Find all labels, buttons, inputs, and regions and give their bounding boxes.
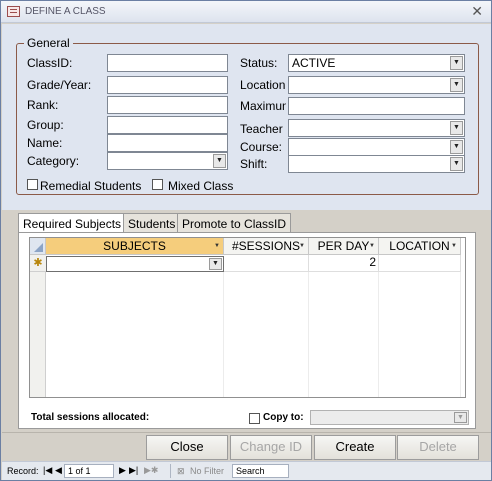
- column-header-subjects[interactable]: SUBJECTS ▼: [46, 238, 224, 255]
- rank-field[interactable]: [107, 96, 228, 114]
- record-label: Record:: [7, 466, 39, 476]
- maximum-label: Maximum: [240, 99, 286, 113]
- grid-line: [223, 272, 224, 397]
- column-subjects-dropdown-icon[interactable]: ▼: [214, 243, 220, 249]
- tabs-area: Required Subjects Students Promote to Cl…: [2, 210, 491, 432]
- create-button-label: Create: [335, 439, 375, 454]
- status-dropdown-icon[interactable]: ▼: [450, 56, 463, 70]
- group-field[interactable]: [107, 116, 228, 134]
- next-record-icon[interactable]: ▶: [119, 465, 126, 476]
- column-header-per-day[interactable]: PER DAY ▼: [309, 238, 379, 255]
- record-navigation-bar: Record: |◀ ◀ 1 of 1 ▶ ▶| ▶✱ ⊠ No Filter …: [2, 461, 491, 480]
- select-all-corner[interactable]: [30, 238, 46, 255]
- rank-label: Rank:: [27, 98, 59, 112]
- required-subjects-page: SUBJECTS ▼ #SESSIONS ▼ PER DAY ▼ LOCATIO…: [18, 232, 476, 429]
- close-button-label: Close: [170, 439, 204, 454]
- column-per-day-dropdown-icon[interactable]: ▼: [369, 243, 375, 249]
- course-combo[interactable]: ▼: [288, 138, 465, 156]
- new-record-icon[interactable]: ▶✱: [144, 465, 158, 476]
- subject-dropdown-icon[interactable]: ▼: [209, 258, 222, 270]
- location-dropdown-icon[interactable]: ▼: [450, 78, 463, 92]
- filter-status[interactable]: No Filter: [190, 466, 224, 476]
- form-icon: [7, 6, 20, 17]
- new-record-marker-icon: ✱: [30, 255, 46, 272]
- teacher-label: Teacher: [240, 122, 283, 136]
- name-field[interactable]: [107, 134, 228, 152]
- teacher-dropdown-icon[interactable]: ▼: [450, 121, 463, 135]
- new-row-sessions-cell[interactable]: [224, 255, 309, 272]
- maximum-field[interactable]: [288, 97, 465, 115]
- location-combo[interactable]: ▼: [288, 76, 465, 94]
- column-header-sessions-text: #SESSIONS: [231, 239, 301, 253]
- copy-to-dropdown-icon[interactable]: ▼: [454, 412, 467, 423]
- new-row-subject-combo[interactable]: ▼: [46, 256, 224, 272]
- first-record-icon[interactable]: |◀: [43, 465, 52, 476]
- grid-line: [460, 272, 461, 397]
- close-window-button[interactable]: ✕: [471, 3, 483, 20]
- classid-field[interactable]: [107, 54, 228, 72]
- category-combo[interactable]: ▼: [107, 152, 228, 170]
- new-row-per-day-value: 2: [369, 255, 376, 269]
- tab-required-subjects[interactable]: Required Subjects: [18, 213, 127, 234]
- column-header-subjects-text: SUBJECTS: [103, 239, 166, 253]
- grade-year-label: Grade/Year:: [27, 78, 92, 92]
- current-record-field[interactable]: 1 of 1: [64, 464, 114, 478]
- tab-students[interactable]: Students: [123, 213, 181, 233]
- teacher-combo[interactable]: ▼: [288, 119, 465, 137]
- tab-promote-to-classid[interactable]: Promote to ClassID: [177, 213, 292, 233]
- previous-record-icon[interactable]: ◀: [55, 465, 62, 476]
- search-box[interactable]: Search: [232, 464, 289, 478]
- column-header-location-text: LOCATION: [389, 239, 450, 253]
- create-button[interactable]: Create: [314, 435, 396, 460]
- general-legend: General: [24, 36, 73, 50]
- course-label: Course:: [240, 140, 283, 154]
- copy-to-checkbox[interactable]: [249, 413, 260, 424]
- column-location-dropdown-icon[interactable]: ▼: [451, 243, 457, 249]
- grid-line: [308, 272, 309, 397]
- shift-dropdown-icon[interactable]: ▼: [450, 157, 463, 171]
- copy-to-combo[interactable]: ▼: [310, 410, 469, 425]
- command-button-bar: Close Change ID Create Delete: [2, 432, 491, 461]
- group-label: Group:: [27, 118, 64, 132]
- column-header-per-day-text: PER DAY: [317, 239, 370, 253]
- remedial-students-label: Remedial Students: [40, 179, 142, 193]
- nav-separator: [170, 464, 171, 478]
- grid-line: [378, 272, 379, 397]
- no-filter-icon[interactable]: ⊠: [177, 466, 185, 477]
- category-dropdown-icon[interactable]: ▼: [213, 154, 226, 168]
- define-class-window: DEFINE A CLASS ✕ General ClassID: Grade/…: [0, 0, 492, 481]
- change-id-button-label: Change ID: [239, 439, 303, 454]
- last-record-icon[interactable]: ▶|: [129, 465, 138, 476]
- category-label: Category:: [27, 154, 80, 168]
- general-section: General ClassID: Grade/Year: Rank: Group…: [2, 24, 491, 210]
- total-sessions-label: Total sessions allocated:: [31, 412, 150, 423]
- column-header-location[interactable]: LOCATION ▼: [379, 238, 461, 255]
- delete-button[interactable]: Delete: [397, 435, 479, 460]
- course-dropdown-icon[interactable]: ▼: [450, 140, 463, 154]
- column-header-sessions[interactable]: #SESSIONS ▼: [224, 238, 309, 255]
- new-row-per-day-cell[interactable]: 2: [309, 255, 379, 272]
- grade-year-field[interactable]: [107, 76, 228, 94]
- shift-combo[interactable]: ▼: [288, 155, 465, 173]
- window-title: DEFINE A CLASS: [25, 6, 106, 17]
- classid-label: ClassID:: [27, 56, 73, 70]
- delete-button-label: Delete: [419, 439, 457, 454]
- new-row-location-cell[interactable]: [379, 255, 461, 272]
- status-value: ACTIVE: [292, 56, 336, 70]
- mixed-class-label: Mixed Class: [168, 179, 234, 193]
- close-button[interactable]: Close: [146, 435, 228, 460]
- change-id-button[interactable]: Change ID: [230, 435, 312, 460]
- status-combo[interactable]: ACTIVE ▼: [288, 54, 465, 72]
- subjects-datasheet: SUBJECTS ▼ #SESSIONS ▼ PER DAY ▼ LOCATIO…: [29, 237, 466, 398]
- status-label: Status:: [240, 56, 278, 70]
- name-label: Name:: [27, 136, 63, 150]
- shift-label: Shift:: [240, 157, 268, 171]
- location-label: Location: [240, 78, 286, 92]
- mixed-class-checkbox[interactable]: [152, 179, 163, 190]
- copy-to-label: Copy to:: [263, 412, 304, 423]
- column-sessions-dropdown-icon[interactable]: ▼: [299, 243, 305, 249]
- remedial-students-checkbox[interactable]: [27, 179, 38, 190]
- title-bar: DEFINE A CLASS ✕: [1, 1, 491, 23]
